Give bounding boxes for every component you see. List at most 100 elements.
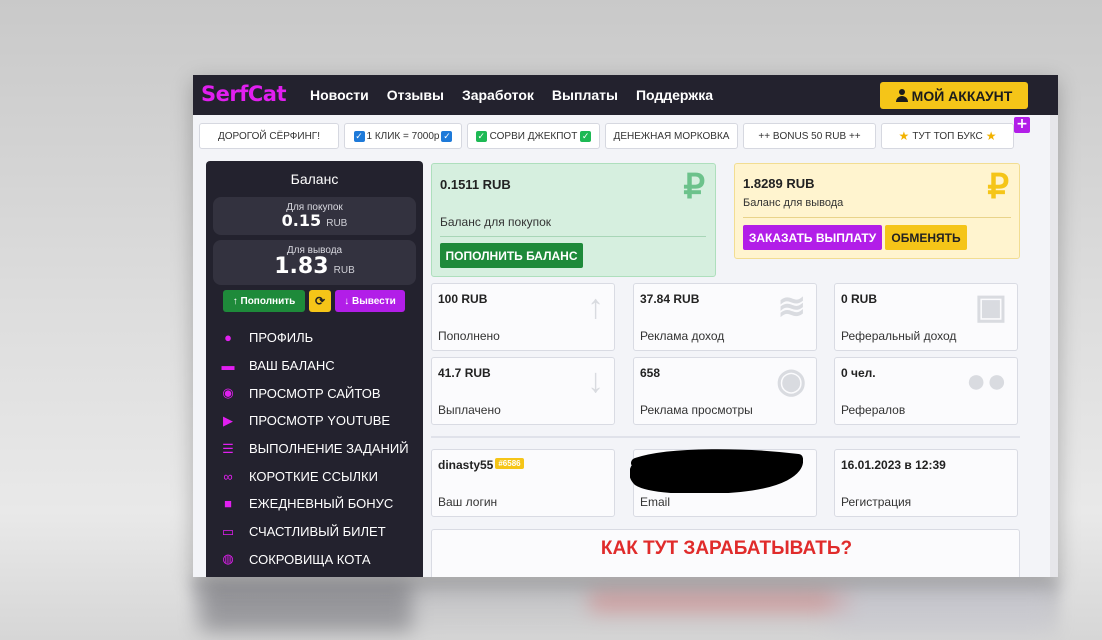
sidebar-item-label: ПРОСМОТР YOUTUBE (249, 413, 391, 429)
nav-payouts[interactable]: Выплаты (552, 87, 618, 103)
sidebar-item-profile[interactable]: ● ПРОФИЛЬ (220, 324, 409, 352)
my-account-button[interactable]: МОЙ АККАУНТ (880, 82, 1028, 109)
eye-icon: ◉ (776, 362, 806, 400)
stat-card-referral-income: 0 RUB ▣ Реферальный доход (834, 283, 1018, 351)
coins-icon: ◍ (222, 551, 234, 567)
registration-value: 16.01.2023 в 12:39 (841, 458, 946, 472)
banner-label: ДЕНЕЖНАЯ МОРКОВКА (613, 130, 730, 142)
withdraw-balance-card: 1.8289 RUB ₽ Баланс для вывода ЗАКАЗАТЬ … (734, 163, 1020, 259)
banner-label: ++ BONUS 50 RUB ++ (758, 130, 861, 142)
withdraw-button[interactable]: ↓ Вывести (335, 290, 405, 312)
purchase-balance-label: Баланс для покупок (440, 215, 551, 229)
stat-label: Пополнено (438, 329, 500, 343)
ruble-icon: ₽ (987, 168, 1009, 206)
eye-icon: ◉ (222, 385, 234, 401)
withdraw-balance-label: Баланс для вывода (743, 197, 844, 209)
coins-icon: ≋ (777, 288, 807, 326)
nav-news[interactable]: Новости (310, 87, 369, 103)
stat-value: 0 чел. (841, 366, 876, 380)
registration-label: Регистрация (841, 495, 912, 509)
banner-top-bux[interactable]: ★ ТУТ ТОП БУКС ★ (881, 123, 1014, 149)
how-to-earn-section: КАК ТУТ ЗАРАБАТЫВАТЬ? (431, 529, 1020, 577)
email-redaction-scribble (630, 449, 803, 493)
stat-value: 37.84 RUB (640, 292, 700, 306)
page-scrollbar[interactable] (1050, 115, 1058, 577)
order-payout-button[interactable]: ЗАКАЗАТЬ ВЫПЛАТУ (743, 225, 882, 250)
stat-label: Реферальный доход (841, 329, 957, 343)
arrow-up-icon: ↑ (587, 288, 604, 326)
sidebar-item-label: КОРОТКИЕ ССЫЛКИ (249, 468, 378, 484)
link-icon: ∞ (223, 468, 233, 484)
sidebar-item-lucky-ticket[interactable]: ▭ СЧАСТЛИВЫЙ БИЛЕТ (220, 518, 409, 546)
checkbox-icon: ✓ (580, 130, 591, 142)
sidebar-item-label: ПРОСМОТР САЙТОВ (249, 385, 381, 401)
stat-card-ad-income: 37.84 RUB ≋ Реклама доход (633, 283, 817, 351)
banner-one-click[interactable]: ✓ 1 КЛИК = 7000р ✓ (344, 123, 462, 149)
section-divider (431, 436, 1020, 438)
gift-icon: ■ (224, 496, 232, 512)
my-account-label: МОЙ АККАУНТ (911, 87, 1013, 104)
sidebar-item-tasks[interactable]: ☰ ВЫПОЛНЕНИЕ ЗАДАНИЙ (220, 435, 408, 463)
registration-card: 16.01.2023 в 12:39 Регистрация (834, 449, 1018, 517)
ticket-icon: ▭ (221, 523, 235, 539)
banner-label: ДОРОГОЙ СЁРФИНГ! (217, 130, 321, 142)
how-to-earn-title: КАК ТУТ ЗАРАБАТЫВАТЬ? (600, 538, 853, 559)
screen-reflection (190, 578, 1060, 640)
stat-label: Реклама просмотры (640, 403, 753, 417)
nav-support[interactable]: Поддержка (636, 87, 713, 103)
play-icon: ▶ (223, 412, 233, 428)
stat-card-referrals: 0 чел. ●● Рефералов (834, 357, 1018, 425)
stat-card-paid-out: 41.7 RUB ↓ Выплачено (431, 357, 615, 425)
banner-label: ТУТ ТОП БУКС (912, 130, 983, 142)
sidebar-item-balance[interactable]: ▬ ВАШ БАЛАНС (220, 352, 409, 380)
users-icon: ●● (965, 362, 1007, 400)
sidebar: Баланс Для покупок 0.15 RUB Для вывода 1… (206, 161, 423, 577)
banner-bonus[interactable]: ++ BONUS 50 RUB ++ (743, 123, 876, 149)
wallet-icon: ▬ (221, 358, 235, 374)
checkbox-icon: ✓ (441, 130, 453, 142)
exchange-button[interactable]: ОБМЕНЯТЬ (885, 225, 967, 250)
user-icon: ● (224, 330, 232, 346)
banner-jackpot[interactable]: ✓ СОРВИ ДЖЕКПОТ ✓ (467, 123, 600, 149)
nav-earnings[interactable]: Заработок (462, 87, 534, 103)
purchase-balance-card: 0.1511 RUB ₽ Баланс для покупок ПОПОЛНИТ… (431, 163, 716, 277)
sidebar-item-daily-bonus[interactable]: ■ ЕЖЕДНЕВНЫЙ БОНУС (220, 490, 409, 518)
sidebar-item-cat-treasures[interactable]: ◍ СОКРОВИЩА КОТА (220, 546, 409, 574)
sidebar-item-label: ПРОФИЛЬ (249, 330, 314, 346)
purchase-balance-box: Для покупок 0.15 RUB (213, 197, 416, 235)
banner-money-carrot[interactable]: ДЕНЕЖНАЯ МОРКОВКА (605, 123, 738, 149)
stat-value: 0 RUB (841, 292, 878, 306)
sidebar-title: Баланс (290, 171, 339, 187)
sidebar-item-label: ЕЖЕДНЕВНЫЙ БОНУС (249, 496, 394, 512)
add-banner-button[interactable]: + (1014, 117, 1030, 133)
sidebar-item-short-links[interactable]: ∞ КОРОТКИЕ ССЫЛКИ (220, 462, 409, 490)
stat-card-topped-up: 100 RUB ↑ Пополнено (431, 283, 615, 351)
sidebar-item-youtube[interactable]: ▶ ПРОСМОТР YOUTUBE (220, 407, 409, 435)
stat-label: Рефералов (841, 403, 906, 417)
sidebar-buttons: ↑ Пополнить ⟳ ↓ Вывести (223, 290, 405, 312)
stat-value: 41.7 RUB (438, 366, 491, 380)
ruble-icon: ₽ (683, 168, 705, 206)
purchase-value: 0.15 (281, 211, 322, 230)
top-navbar: SerfCat Новости Отзывы Заработок Выплаты… (193, 75, 1058, 115)
banner-expensive-surfing[interactable]: ДОРОГОЙ СЁРФИНГ! (199, 123, 339, 149)
withdraw-currency: RUB (333, 265, 355, 276)
arrow-up-icon: ↑ (232, 295, 241, 307)
nav-reviews[interactable]: Отзывы (387, 87, 444, 103)
banner-label: СОРВИ ДЖЕКПОТ (489, 130, 578, 142)
user-id-badge: #6586 (495, 458, 524, 469)
topup-label: Пополнить (240, 295, 296, 307)
withdraw-value: 1.83 (274, 254, 329, 279)
star-icon: ★ (898, 129, 910, 143)
refresh-button[interactable]: ⟳ (309, 290, 331, 312)
arrow-down-icon: ↓ (587, 362, 604, 400)
topup-balance-button[interactable]: ПОПОЛНИТЬ БАЛАНС (440, 243, 583, 268)
stat-value: 100 RUB (438, 292, 488, 306)
browser-screen: SerfCat Новости Отзывы Заработок Выплаты… (193, 75, 1058, 577)
topup-button[interactable]: ↑ Пополнить (223, 290, 305, 312)
sidebar-item-label: СОКРОВИЩА КОТА (249, 551, 371, 567)
site-logo[interactable]: SerfCat (201, 82, 286, 106)
sidebar-item-view-sites[interactable]: ◉ ПРОСМОТР САЙТОВ (220, 379, 409, 407)
sidebar-menu: ● ПРОФИЛЬ ▬ ВАШ БАЛАНС ◉ ПРОСМОТР САЙТОВ… (220, 324, 409, 573)
purchase-currency: RUB (326, 218, 348, 229)
